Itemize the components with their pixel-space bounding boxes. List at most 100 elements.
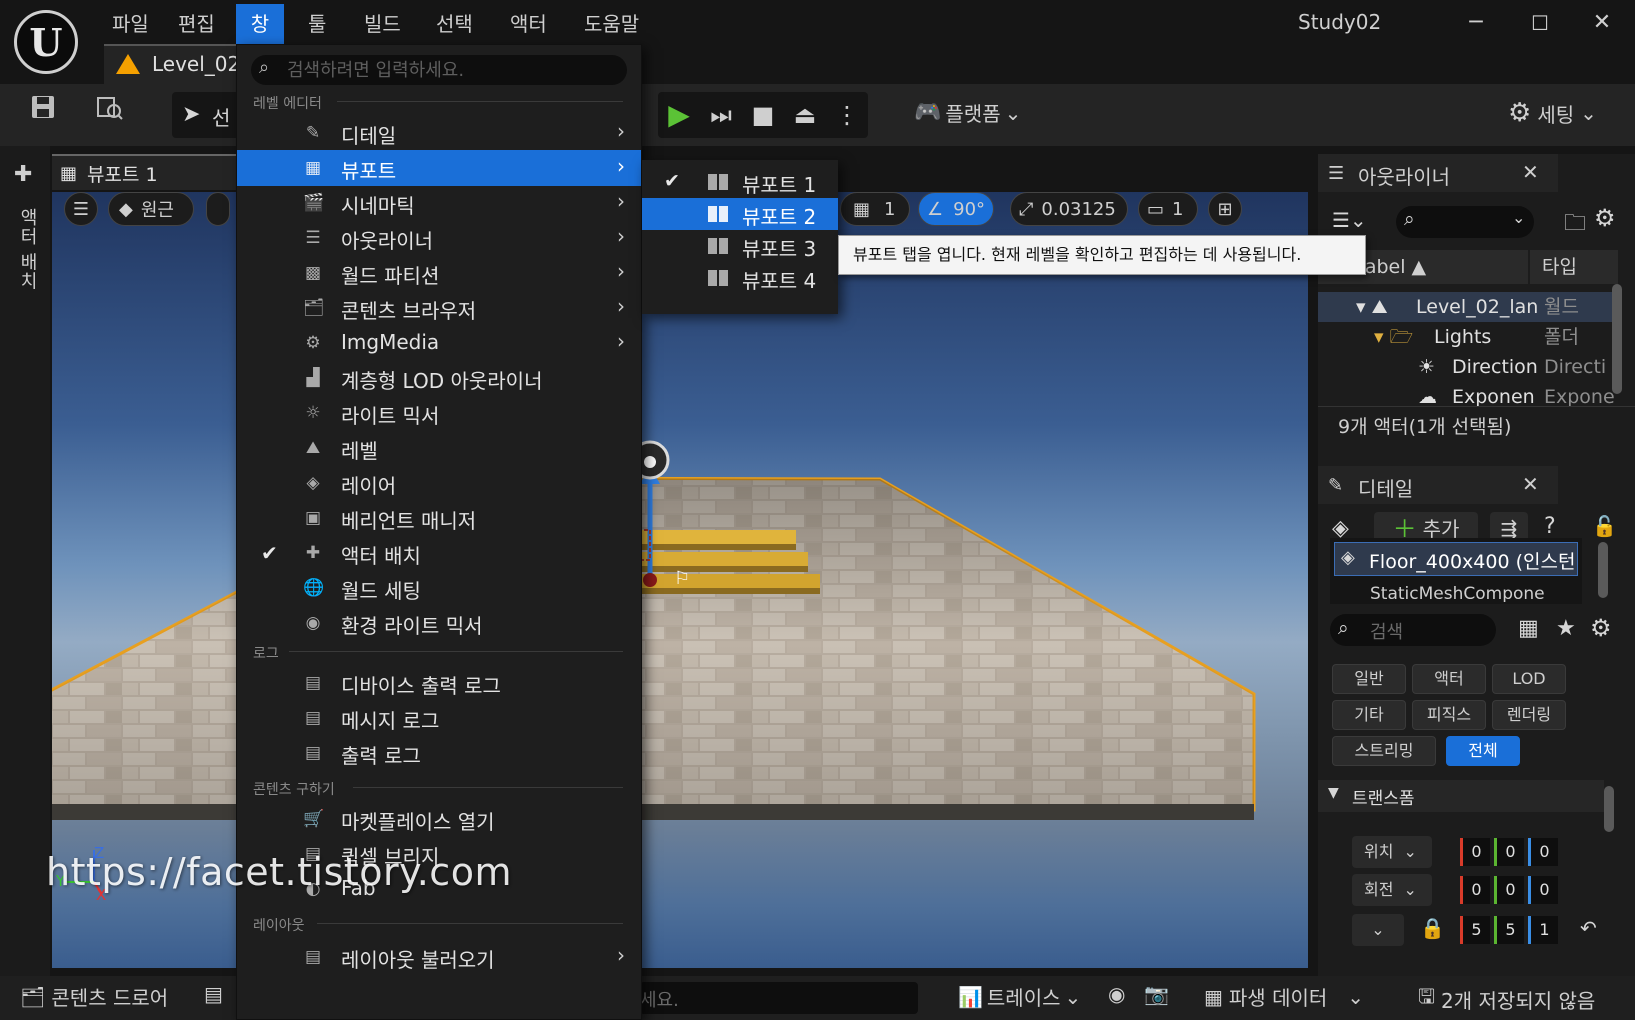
menu-help[interactable]: 도움말 xyxy=(572,4,651,44)
trace-button[interactable]: 📊 트레이스 ⌄ xyxy=(958,982,1081,1011)
component-scrollbar[interactable] xyxy=(1598,542,1608,598)
menu-item-light-mixer[interactable]: ☼ 라이트 믹서 xyxy=(237,395,641,431)
scale-x[interactable]: 5 xyxy=(1460,916,1490,944)
menu-item-output-log[interactable]: ▤ 출력 로그 xyxy=(237,735,641,771)
viewport-menu-icon[interactable]: ☰ xyxy=(64,192,98,226)
camera-speed-button[interactable]: ▭ 1 xyxy=(1138,192,1198,226)
menu-item-layers[interactable]: ◈ 레이어 xyxy=(237,465,641,501)
add-folder-icon[interactable]: 🗀 xyxy=(1564,206,1586,244)
menu-window[interactable]: 창 xyxy=(236,4,284,44)
stop-icon[interactable]: ■ xyxy=(742,92,784,138)
scale-z[interactable]: 1 xyxy=(1528,916,1558,944)
category-rendering[interactable]: 렌더링 xyxy=(1492,700,1566,730)
details-scrollbar[interactable] xyxy=(1604,786,1614,832)
menu-item-variant-manager[interactable]: ▣ 베리언트 매니저 xyxy=(237,500,641,536)
category-physics[interactable]: 피직스 xyxy=(1412,700,1486,730)
derived-data-button[interactable]: ▦ 파생 데이터 ⌄ xyxy=(1204,982,1364,1011)
submenu-viewport-2[interactable]: 뷰포트 2 xyxy=(642,198,838,230)
menu-tools[interactable]: 툴 xyxy=(296,4,338,44)
menu-build[interactable]: 빌드 xyxy=(352,4,413,44)
menu-item-hlod-outliner[interactable]: ▟ 계층형 LOD 아웃라이너 xyxy=(237,360,641,396)
submenu-viewport-4[interactable]: 뷰포트 4 xyxy=(642,262,838,294)
settings-button[interactable]: ⚙ 세팅 ⌄ xyxy=(1508,98,1597,128)
category-misc[interactable]: 기타 xyxy=(1332,700,1406,730)
category-all[interactable]: 전체 xyxy=(1446,736,1520,766)
lit-mode-button[interactable] xyxy=(206,192,230,226)
perspective-button[interactable]: ◆ 원근 xyxy=(108,192,194,226)
menu-item-message-log[interactable]: ▤ 메시지 로그 xyxy=(237,700,641,736)
close-icon[interactable]: ✕ xyxy=(1522,472,1539,496)
more-options-icon[interactable]: ⋮ xyxy=(826,92,868,138)
menu-file[interactable]: 파일 xyxy=(100,4,161,44)
viewport-tab[interactable]: ▦ 뷰포트 1 xyxy=(52,154,242,190)
content-drawer-button[interactable]: 🗂 콘텐츠 드로어 xyxy=(20,982,168,1011)
gear-icon[interactable]: ⚙ xyxy=(1590,614,1612,642)
eject-icon[interactable]: ⏏ xyxy=(784,92,826,138)
level-tab[interactable]: Level_02_ xyxy=(104,44,250,84)
screenshot-icon[interactable]: 📷 xyxy=(1144,982,1169,1006)
menu-item-outliner[interactable]: ☰ 아웃라이너 › xyxy=(237,220,641,256)
chevron-down-icon[interactable]: ⌄ xyxy=(1512,208,1525,227)
place-actors-tab[interactable]: 액터 배치 xyxy=(14,208,40,291)
menu-item-content-browser[interactable]: 🗂 콘텐츠 브라우저 › xyxy=(237,290,641,326)
scale-dropdown[interactable]: ⌄ xyxy=(1352,914,1404,946)
menu-select[interactable]: 선택 xyxy=(424,4,485,44)
menu-item-load-layout[interactable]: ▤ 레이아웃 불러오기 › xyxy=(237,939,641,975)
console-input[interactable]: 세요. xyxy=(640,982,918,1014)
step-icon[interactable]: ⏭ xyxy=(700,92,742,138)
save-icon[interactable] xyxy=(22,92,64,134)
location-z[interactable]: 0 xyxy=(1528,838,1558,866)
outliner-row[interactable]: ▾ 🗁 Lights 폴더 xyxy=(1318,322,1618,352)
scale-snap-button[interactable]: ⤢ 0.03125 xyxy=(1010,192,1128,226)
component-child[interactable]: StaticMeshCompone xyxy=(1370,584,1545,602)
rotation-y[interactable]: 0 xyxy=(1494,876,1524,904)
window-menu-search-input[interactable] xyxy=(287,58,607,82)
scale-y[interactable]: 5 xyxy=(1494,916,1524,944)
angle-snap-button[interactable]: ∠ 90° xyxy=(918,192,994,226)
menu-item-cinematics[interactable]: 🎬 시네마틱 › xyxy=(237,185,641,221)
column-type[interactable]: 타입 xyxy=(1530,250,1618,284)
filter-icon[interactable]: ☰⌄ xyxy=(1332,208,1367,232)
unlock-icon[interactable]: 🔓 xyxy=(1592,514,1617,538)
play-icon[interactable]: ▶ xyxy=(658,92,700,138)
maximize-viewport-icon[interactable]: ⊞ xyxy=(1208,192,1242,226)
outliner-row[interactable]: ▾ ⛰ Level_02_lan 월드 xyxy=(1318,292,1618,322)
menu-item-levels[interactable]: ⛰ 레벨 xyxy=(237,430,641,466)
component-row[interactable]: ◈ Floor_400x400 (인스턴스 xyxy=(1334,542,1578,576)
reset-icon[interactable]: ↶ xyxy=(1580,916,1597,940)
maximize-button[interactable]: ☐ xyxy=(1520,6,1560,40)
close-icon[interactable]: ✕ xyxy=(1522,160,1539,184)
menu-item-world-partition[interactable]: ▩ 월드 파티션 › xyxy=(237,255,641,291)
menu-item-imgmedia[interactable]: ⚙ ImgMedia › xyxy=(237,325,641,361)
menu-item-viewport[interactable]: ▦ 뷰포트 › xyxy=(237,150,641,186)
menu-item-place-actors[interactable]: ✔ ✚ 액터 배치 xyxy=(237,535,641,571)
transform-header[interactable]: ▼ 트랜스폼 xyxy=(1318,780,1604,812)
unsaved-button[interactable]: 🖫 2개 저장되지 않음 xyxy=(1418,982,1595,1016)
location-dropdown[interactable]: 위치 ⌄ xyxy=(1352,836,1432,868)
category-streaming[interactable]: 스트리밍 xyxy=(1332,736,1436,766)
outliner-row[interactable]: ☁ Exponen Expone xyxy=(1318,382,1618,412)
unreal-logo[interactable]: U xyxy=(14,10,78,74)
menu-item-env-light-mixer[interactable]: ◉ 환경 라이트 믹서 xyxy=(237,605,641,641)
location-y[interactable]: 0 xyxy=(1494,838,1524,866)
menu-item-marketplace[interactable]: 🛒 마켓플레이스 열기 xyxy=(237,801,641,837)
submenu-viewport-1[interactable]: ✔ 뷰포트 1 xyxy=(642,166,838,198)
outliner-row[interactable]: ☀ Direction Directi xyxy=(1318,352,1618,382)
details-tab[interactable]: ✎ 디테일 ✕ xyxy=(1318,466,1558,504)
help-icon[interactable]: ? xyxy=(1544,514,1556,539)
record-icon[interactable]: ◉ xyxy=(1108,982,1125,1006)
output-log-icon[interactable]: ▤ xyxy=(204,982,223,1006)
menu-actor[interactable]: 액터 xyxy=(498,4,559,44)
gear-icon[interactable]: ⚙ xyxy=(1594,204,1616,232)
outliner-scrollbar[interactable] xyxy=(1612,284,1622,394)
outliner-search-input[interactable]: ⌕ ⌄ xyxy=(1396,206,1534,238)
rotation-z[interactable]: 0 xyxy=(1528,876,1558,904)
submenu-viewport-3[interactable]: 뷰포트 3 xyxy=(642,230,838,262)
details-search-input[interactable]: ⌕ 검색 xyxy=(1330,614,1496,646)
outliner-tab[interactable]: ☰ 아웃라이너 ✕ xyxy=(1318,154,1558,192)
table-view-icon[interactable]: ▦ xyxy=(1518,616,1539,641)
place-actor-icon[interactable]: ✚ xyxy=(14,162,32,187)
star-icon[interactable]: ★ xyxy=(1556,616,1576,641)
minimize-button[interactable]: ─ xyxy=(1456,6,1496,40)
category-general[interactable]: 일반 xyxy=(1332,664,1406,694)
